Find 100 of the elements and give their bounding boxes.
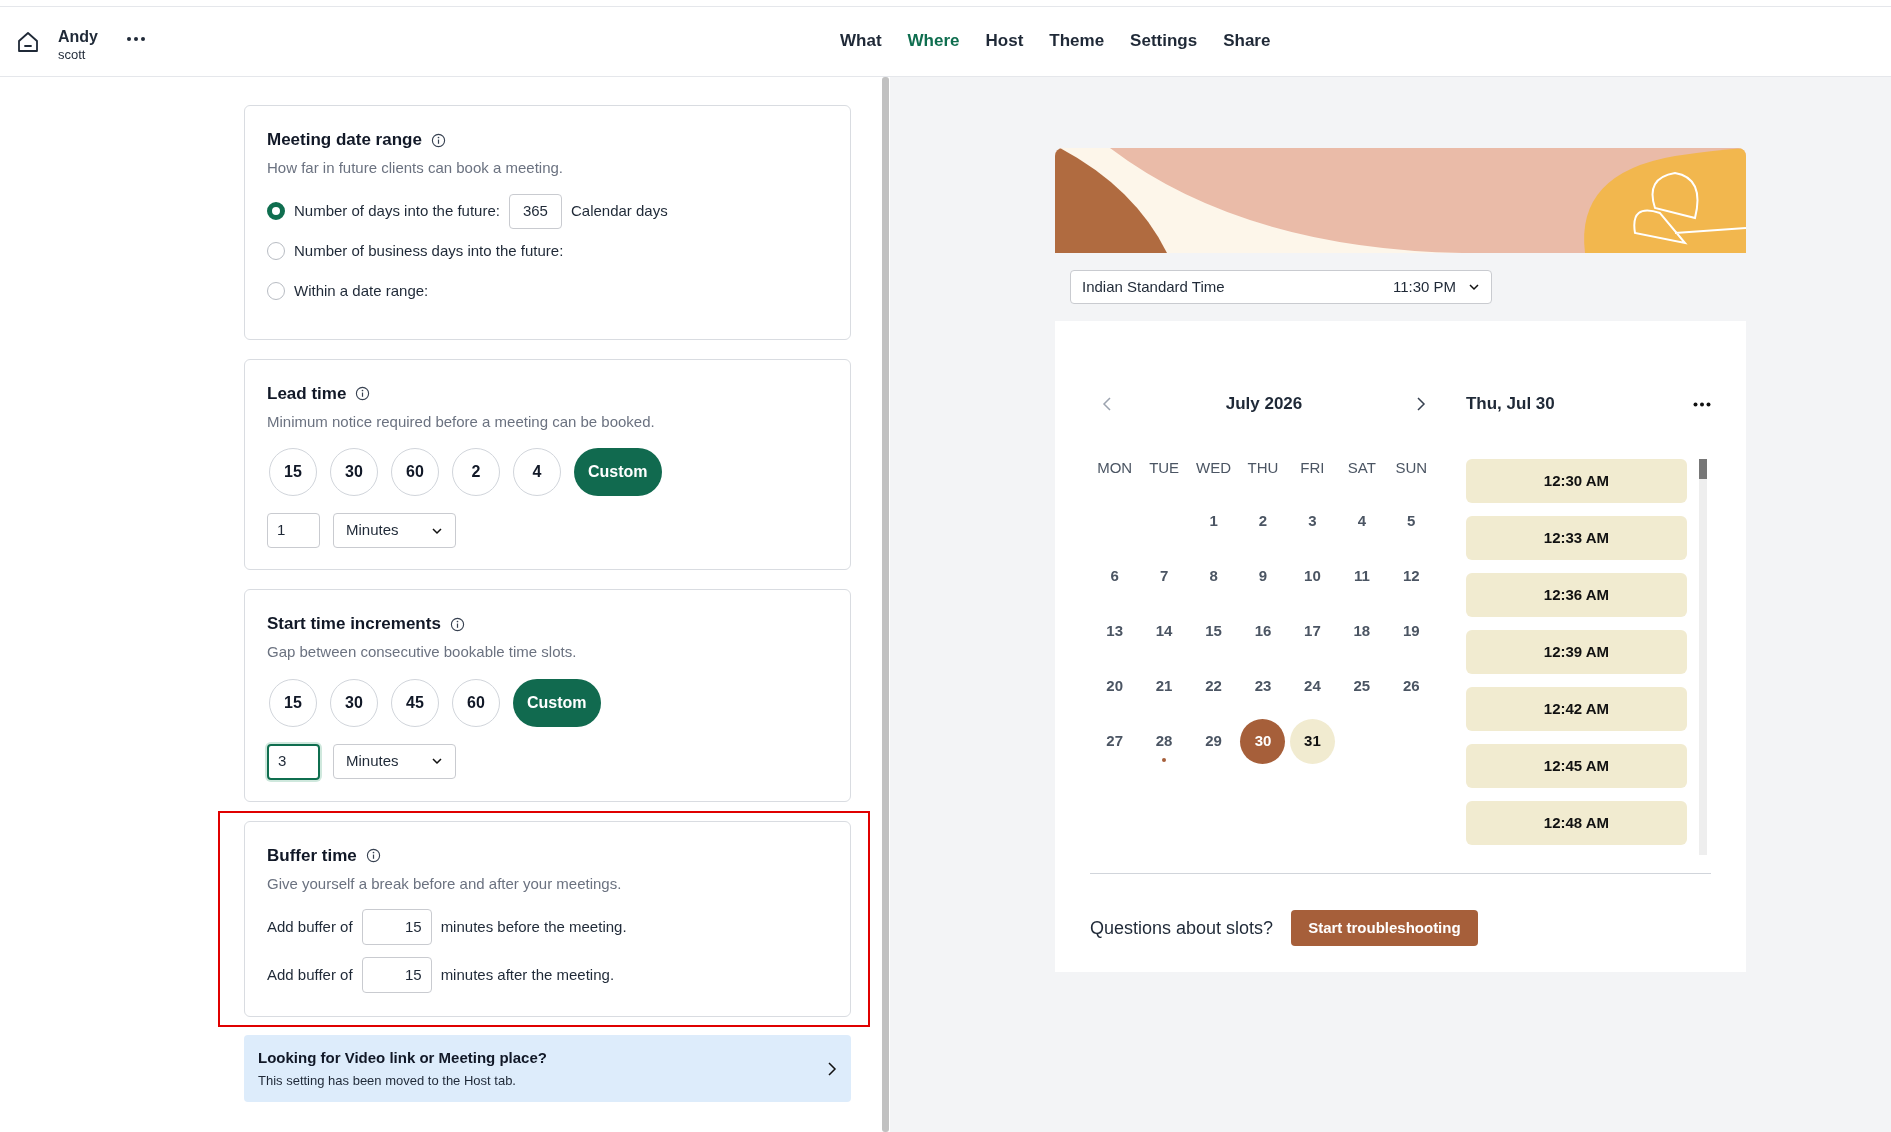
time-slot[interactable]: 12:45 AM bbox=[1465, 744, 1687, 788]
month-title: July 2026 bbox=[1224, 393, 1304, 416]
calendar-day[interactable]: 16 bbox=[1240, 609, 1286, 654]
weekday-label: TUE bbox=[1149, 458, 1180, 478]
calendar-day[interactable]: 31 bbox=[1289, 719, 1335, 764]
section-description: How far in future clients can book a meeting. bbox=[267, 158, 564, 178]
section-title: Start time increments bbox=[267, 613, 441, 636]
calendar-day[interactable]: 20 bbox=[1092, 664, 1138, 709]
weekday-label: THU bbox=[1247, 458, 1279, 478]
calendar-day[interactable]: 2 bbox=[1240, 499, 1286, 544]
notice-banner[interactable]: Looking for Video link or Meeting place? This setting has been moved to the Host tab. bbox=[244, 1035, 851, 1102]
chevron-right-icon[interactable] bbox=[1415, 396, 1426, 412]
chevron-down-icon bbox=[1468, 283, 1480, 291]
calendar-day[interactable]: 1 bbox=[1191, 499, 1237, 544]
buffer-label: Add buffer of bbox=[267, 964, 353, 985]
weekday-label: WED bbox=[1196, 458, 1232, 478]
info-icon[interactable] bbox=[449, 616, 465, 632]
buffer-input[interactable]: 15 bbox=[361, 909, 432, 945]
nav-tab[interactable]: Settings bbox=[1130, 28, 1198, 54]
calendar-day[interactable]: 5 bbox=[1388, 499, 1434, 544]
calendar-day[interactable]: 26 bbox=[1388, 664, 1434, 709]
option-chip[interactable]: Custom bbox=[513, 678, 601, 727]
buffer-label: minutes after the meeting. bbox=[440, 964, 615, 985]
calendar-day[interactable]: 19 bbox=[1388, 609, 1434, 654]
user-name: Andy bbox=[58, 26, 98, 47]
section-title: Buffer time bbox=[267, 844, 357, 867]
calendar-day[interactable]: 23 bbox=[1240, 664, 1286, 709]
chevron-right-icon bbox=[827, 1060, 837, 1077]
option-label: Number of business days into the future: bbox=[294, 240, 564, 261]
calendar-day[interactable]: 11 bbox=[1339, 554, 1385, 599]
scrollbar[interactable] bbox=[881, 77, 889, 1132]
calendar-day[interactable]: 3 bbox=[1289, 499, 1335, 544]
calendar-day[interactable]: 9 bbox=[1240, 554, 1286, 599]
calendar-day[interactable]: 15 bbox=[1191, 609, 1237, 654]
calendar-day[interactable]: 7 bbox=[1141, 554, 1187, 599]
selected-date: Thu, Jul 30 bbox=[1465, 393, 1556, 416]
nav-tab[interactable]: What bbox=[840, 28, 882, 54]
weekday-label: SUN bbox=[1395, 458, 1428, 478]
option-label: Number of days into the future: bbox=[294, 200, 500, 221]
calendar-day[interactable]: 24 bbox=[1289, 664, 1335, 709]
calendar-day[interactable]: 18 bbox=[1339, 609, 1385, 654]
more-icon[interactable] bbox=[126, 35, 146, 42]
calendar-day[interactable]: 28 bbox=[1141, 719, 1187, 764]
option-chip[interactable]: Custom bbox=[574, 448, 662, 496]
nav-tab[interactable]: Theme bbox=[1049, 28, 1105, 54]
chevron-down-icon bbox=[431, 526, 443, 535]
calendar-day[interactable]: 22 bbox=[1191, 664, 1237, 709]
more-icon[interactable] bbox=[1693, 401, 1711, 407]
weekday-label: MON bbox=[1097, 458, 1133, 478]
calendar-day[interactable]: 12 bbox=[1388, 554, 1434, 599]
radio-button[interactable] bbox=[267, 202, 285, 220]
amount-input[interactable]: 1 bbox=[267, 513, 320, 548]
scrollbar[interactable] bbox=[1698, 459, 1707, 479]
days-input[interactable]: 365 bbox=[508, 193, 562, 229]
time-slot[interactable]: 12:36 AM bbox=[1465, 573, 1687, 617]
buffer-label: Add buffer of bbox=[267, 916, 353, 937]
time-slot[interactable]: 12:33 AM bbox=[1465, 516, 1687, 560]
calendar-day[interactable]: 6 bbox=[1092, 554, 1138, 599]
calendar-day[interactable]: 30 bbox=[1240, 719, 1286, 764]
info-icon[interactable] bbox=[430, 132, 446, 148]
calendar-day[interactable]: 27 bbox=[1092, 719, 1138, 764]
nav-tab[interactable]: Host bbox=[985, 28, 1024, 54]
time-slot[interactable]: 12:39 AM bbox=[1465, 630, 1687, 674]
time-slot[interactable]: 12:48 AM bbox=[1465, 801, 1687, 845]
nav-tab[interactable]: Where bbox=[907, 28, 960, 54]
calendar-day[interactable]: 17 bbox=[1289, 609, 1335, 654]
section-title: Meeting date range bbox=[267, 129, 422, 152]
chevron-down-icon bbox=[431, 757, 443, 765]
radio-button[interactable] bbox=[267, 282, 285, 300]
amount-input[interactable]: 3 bbox=[267, 743, 320, 780]
info-icon[interactable] bbox=[355, 386, 371, 401]
unit-label: Calendar days bbox=[570, 200, 668, 221]
section-title: Lead time bbox=[267, 382, 347, 405]
weekday-label: SAT bbox=[1347, 458, 1376, 478]
start-troubleshooting-button[interactable]: Start troubleshooting bbox=[1291, 910, 1478, 946]
calendar-day[interactable]: 10 bbox=[1289, 554, 1335, 599]
calendar-day[interactable]: 21 bbox=[1141, 664, 1187, 709]
calendar-day[interactable]: 14 bbox=[1141, 609, 1187, 654]
calendar-day[interactable]: 13 bbox=[1092, 609, 1138, 654]
calendar-day[interactable]: 25 bbox=[1339, 664, 1385, 709]
nav-tab[interactable]: Share bbox=[1223, 28, 1271, 54]
notice-text: This setting has been moved to the Host tab. bbox=[258, 1072, 517, 1090]
unit-dropdown[interactable]: Minutes bbox=[333, 743, 456, 779]
section-description: Give yourself a break before and after your meetings. bbox=[267, 873, 623, 894]
time-slot[interactable]: 12:42 AM bbox=[1465, 687, 1687, 731]
buffer-input[interactable]: 15 bbox=[361, 957, 432, 993]
calendar-day[interactable]: 8 bbox=[1191, 554, 1237, 599]
unit-dropdown[interactable]: Minutes bbox=[333, 513, 456, 548]
time-slot[interactable]: 12:30 AM bbox=[1465, 459, 1687, 503]
calendar-day[interactable]: 29 bbox=[1191, 719, 1237, 764]
section-description: Gap between consecutive bookable time slots. bbox=[267, 642, 578, 662]
notice-title: Looking for Video link or Meeting place? bbox=[258, 1047, 548, 1068]
radio-button[interactable] bbox=[267, 242, 285, 260]
info-icon[interactable] bbox=[365, 848, 381, 863]
home-icon[interactable] bbox=[16, 29, 40, 54]
option-label: Within a date range: bbox=[294, 280, 429, 301]
timezone-dropdown[interactable]: Indian Standard Time 11:30 PM bbox=[1070, 270, 1492, 304]
weekday-label: FRI bbox=[1300, 458, 1325, 478]
user-subtitle: scott bbox=[58, 46, 87, 63]
calendar-day[interactable]: 4 bbox=[1339, 499, 1385, 544]
